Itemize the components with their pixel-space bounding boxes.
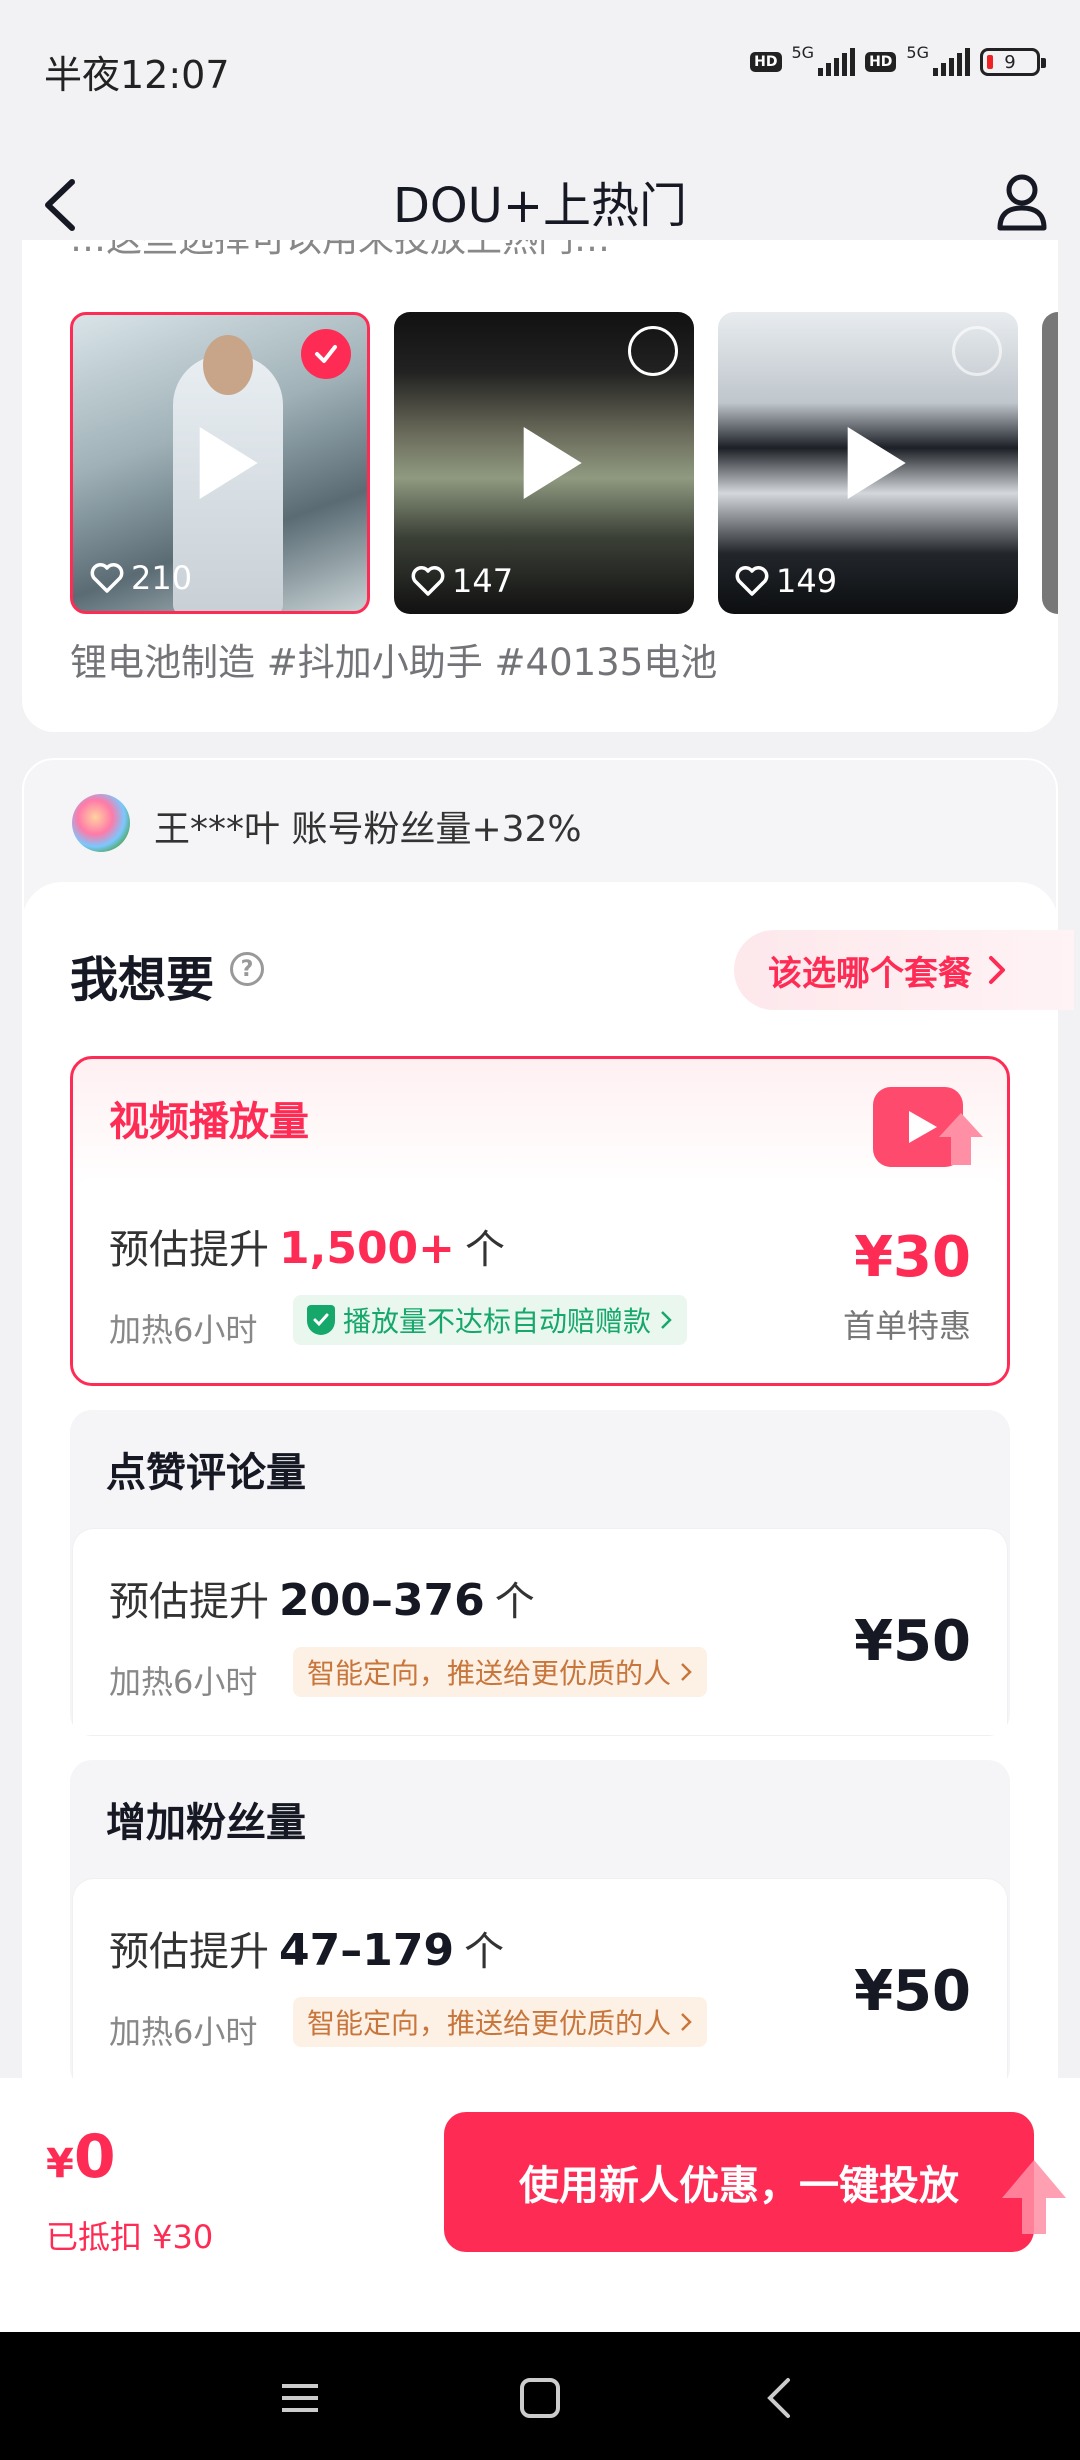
- duration-label: 加热6小时: [109, 1311, 258, 1349]
- heart-icon: [411, 566, 445, 596]
- package-title: 点赞评论量: [106, 1450, 306, 1496]
- heart-icon: [90, 563, 124, 593]
- person-head: [203, 335, 253, 395]
- estimate-line: 预估提升 47–179 个: [109, 1925, 505, 1976]
- hd-badge-2: HD: [865, 52, 897, 72]
- estimate-value: 200–376: [279, 1575, 485, 1626]
- network-5g-label: 5G: [791, 42, 815, 62]
- account-label: 王***叶 账号粉丝量+32%: [154, 809, 582, 850]
- package-title: 视频播放量: [109, 1099, 309, 1145]
- signal-icon-2: [933, 48, 970, 76]
- first-order-note: 首单特惠: [842, 1307, 971, 1345]
- home-icon[interactable]: [518, 2376, 562, 2420]
- avatar: [72, 794, 130, 852]
- play-icon: [199, 427, 258, 499]
- likes-count: 149: [734, 562, 837, 600]
- shield-check-icon: [307, 1305, 335, 1335]
- duration-label: 加热6小时: [109, 1663, 258, 1701]
- targeting-text: 智能定向，推送给更优质的人: [307, 2007, 672, 2040]
- launch-button[interactable]: 使用新人优惠，一键投放: [444, 2112, 1034, 2252]
- video-caption: 锂电池制造 #抖加小助手 #40135电池: [70, 641, 718, 684]
- system-nav-bar: [0, 2332, 1080, 2460]
- heart-icon: [735, 566, 769, 596]
- video-thumbnail-2[interactable]: 147: [394, 312, 694, 614]
- chevron-right-icon: [681, 1663, 692, 1681]
- package-card-likes-comments[interactable]: 点赞评论量 预估提升 200–376 个 加热6小时 智能定向，推送给更优质的人 ¥…: [70, 1410, 1010, 1736]
- likes-value: 210: [131, 559, 193, 597]
- guarantee-text: 播放量不达标自动赔赠款: [343, 1305, 652, 1338]
- battery-icon: 9: [980, 48, 1046, 76]
- which-package-button[interactable]: 该选哪个套餐: [734, 930, 1074, 1010]
- page-title: DOU+上热门: [392, 178, 688, 234]
- cut-off-hint-text: …这些选择可以用来投放上热门…: [70, 240, 610, 262]
- estimate-line: 预估提升 200–376 个: [109, 1575, 535, 1626]
- package-card-followers[interactable]: 增加粉丝量 预估提升 47–179 个 加热6小时 智能定向，推送给更优质的人 ¥5…: [70, 1760, 1010, 2090]
- estimate-value: 47–179: [279, 1925, 455, 1976]
- which-package-label: 该选哪个套餐: [768, 953, 972, 994]
- unselected-circle-icon[interactable]: [628, 326, 678, 376]
- likes-count: 210: [89, 559, 192, 597]
- unselected-circle-icon[interactable]: [952, 326, 1002, 376]
- likes-value: 147: [452, 562, 514, 600]
- launch-button-label: 使用新人优惠，一键投放: [519, 2163, 959, 2209]
- goal-title: 我想要: [70, 952, 215, 1008]
- play-icon: [847, 427, 906, 499]
- package-price: ¥50: [854, 1609, 971, 1674]
- help-icon[interactable]: ?: [230, 952, 264, 986]
- goal-panel: 我想要 ? 该选哪个套餐 视频播放量 预估提升 1,500+ 个 加热6小时 播放量…: [22, 882, 1074, 2090]
- package-body: 预估提升 200–376 个 加热6小时 智能定向，推送给更优质的人 ¥50: [72, 1528, 1008, 1736]
- video-select-card: …这些选择可以用来投放上热门… 210 147 149 锂电池制造 #抖加小助手…: [22, 240, 1058, 732]
- status-icons: HD 5G HD 5G 9: [750, 43, 1046, 76]
- total-price: ¥0: [46, 2122, 116, 2192]
- user-icon[interactable]: [992, 168, 1052, 238]
- likes-count: 147: [410, 562, 513, 600]
- guarantee-tag[interactable]: 播放量不达标自动赔赠款: [293, 1295, 688, 1345]
- selected-check-icon[interactable]: [301, 329, 351, 379]
- video-thumbnail-4-partial[interactable]: [1042, 312, 1058, 614]
- menu-icon[interactable]: [278, 2376, 322, 2420]
- up-arrow-icon: [1002, 2160, 1066, 2234]
- checkout-bar: ¥0 已抵扣 ¥30 使用新人优惠，一键投放: [0, 2078, 1080, 2332]
- package-body: 预估提升 1,500+ 个 加热6小时 播放量不达标自动赔赠款 ¥30 首单特惠: [73, 1177, 1007, 1383]
- targeting-tag[interactable]: 智能定向，推送给更优质的人: [293, 1997, 708, 2047]
- targeting-tag[interactable]: 智能定向，推送给更优质的人: [293, 1647, 708, 1697]
- status-time: 半夜12:07: [44, 53, 230, 97]
- video-play-icon: [873, 1087, 983, 1167]
- estimate-value: 1,500+: [279, 1223, 456, 1274]
- package-title: 增加粉丝量: [106, 1800, 306, 1846]
- package-card-views[interactable]: 视频播放量 预估提升 1,500+ 个 加热6小时 播放量不达标自动赔赠款 ¥30 …: [70, 1056, 1010, 1386]
- estimate-line: 预估提升 1,500+ 个: [109, 1223, 506, 1274]
- play-icon: [523, 427, 582, 499]
- chevron-right-icon: [661, 1311, 672, 1329]
- network-5g-label-2: 5G: [906, 42, 929, 62]
- signal-icon: [818, 48, 856, 76]
- back-icon[interactable]: [758, 2376, 802, 2420]
- package-price: ¥30: [854, 1225, 971, 1290]
- video-thumbnail-3[interactable]: 149: [718, 312, 1018, 614]
- duration-label: 加热6小时: [109, 2013, 258, 2051]
- deduction-text: 已抵扣 ¥30: [46, 2218, 214, 2256]
- status-bar: 半夜12:07 HD 5G HD 5G 9: [0, 0, 1080, 130]
- targeting-text: 智能定向，推送给更优质的人: [307, 1657, 672, 1690]
- likes-value: 149: [776, 562, 838, 600]
- package-price: ¥50: [854, 1959, 971, 2024]
- video-thumbnail-1[interactable]: 210: [70, 312, 370, 614]
- chevron-right-icon: [681, 2013, 692, 2031]
- chevron-right-icon: [989, 956, 1005, 984]
- package-body: 预估提升 47–179 个 加热6小时 智能定向，推送给更优质的人 ¥50: [72, 1878, 1008, 2090]
- hd-badge: HD: [750, 52, 782, 72]
